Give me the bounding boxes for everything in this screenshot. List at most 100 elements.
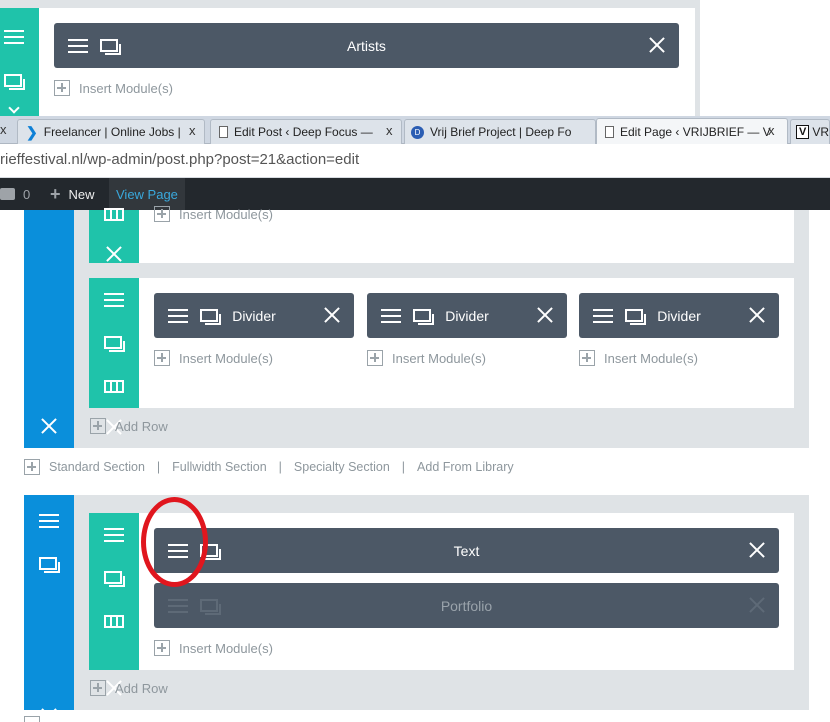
section-2-controls bbox=[24, 495, 74, 710]
close-icon[interactable]: x bbox=[768, 123, 775, 138]
module-title: Text bbox=[453, 542, 480, 559]
plus-icon: + bbox=[50, 183, 61, 204]
plus-icon bbox=[154, 640, 170, 656]
close-icon[interactable]: x bbox=[189, 123, 196, 138]
plus-icon bbox=[90, 418, 106, 434]
d-logo-icon: D bbox=[411, 125, 424, 139]
fullwidth-section-link[interactable]: Fullwidth Section bbox=[172, 460, 267, 474]
insert-module-link[interactable]: Insert Module(s) bbox=[154, 640, 273, 656]
duplicate-icon[interactable] bbox=[104, 571, 125, 587]
tab-edit-post[interactable]: Edit Post ‹ Deep Focus — bbox=[210, 119, 402, 144]
new-content-item[interactable]: + New bbox=[50, 178, 95, 210]
close-icon[interactable] bbox=[749, 307, 765, 323]
hamburger-icon[interactable] bbox=[39, 514, 59, 528]
section-2: Text Portfolio Insert Module(s) Add Row bbox=[24, 495, 809, 710]
insert-module-link[interactable]: Insert Module(s) bbox=[579, 350, 698, 366]
delete-section-icon[interactable] bbox=[41, 708, 57, 722]
columns-icon[interactable] bbox=[104, 615, 124, 628]
hamburger-icon[interactable] bbox=[168, 599, 188, 613]
duplicate-icon[interactable] bbox=[200, 599, 221, 615]
tab-freelancer[interactable]: ❯ Freelancer | Online Jobs | bbox=[17, 119, 205, 144]
duplicate-icon[interactable] bbox=[625, 309, 646, 325]
hamburger-icon[interactable] bbox=[168, 544, 188, 558]
insert-module-link[interactable]: Insert Module(s) bbox=[54, 80, 173, 96]
row-2-controls bbox=[89, 278, 139, 408]
plus-icon bbox=[54, 80, 70, 96]
section-1: Insert Module(s) Divider Insert Module(s… bbox=[24, 206, 809, 448]
columns-icon[interactable] bbox=[104, 208, 124, 221]
add-from-library-link[interactable]: Add From Library bbox=[417, 460, 514, 474]
tab-edit-page-active[interactable]: Edit Page ‹ VRIJBRIEF — V bbox=[596, 118, 788, 145]
close-icon[interactable]: x bbox=[0, 122, 7, 137]
wp-admin-bar: 0 + New View Page bbox=[0, 178, 830, 210]
insert-module-link[interactable]: Insert Module(s) bbox=[154, 350, 273, 366]
url-text[interactable]: rieffestival.nl/wp-admin/post.php?post=2… bbox=[0, 151, 359, 168]
duplicate-icon[interactable] bbox=[4, 74, 25, 90]
freelancer-icon: ❯ bbox=[26, 123, 38, 140]
delete-row-icon[interactable] bbox=[106, 246, 122, 262]
separator: | bbox=[401, 460, 406, 474]
duplicate-icon[interactable] bbox=[104, 336, 125, 352]
columns-icon[interactable] bbox=[104, 380, 124, 393]
duplicate-icon[interactable] bbox=[200, 309, 221, 325]
chevron-down-icon[interactable] bbox=[8, 102, 20, 116]
add-row-link[interactable]: Add Row bbox=[90, 418, 168, 434]
module-artists[interactable]: Artists bbox=[54, 23, 679, 68]
hamburger-icon[interactable] bbox=[68, 39, 88, 53]
close-icon[interactable]: x bbox=[386, 123, 393, 138]
tab-vr[interactable]: V VR bbox=[790, 119, 830, 144]
plus-icon bbox=[367, 350, 383, 366]
comments-item[interactable]: 0 bbox=[0, 178, 30, 210]
hamburger-icon[interactable] bbox=[168, 309, 188, 323]
comment-bubble-icon bbox=[0, 188, 15, 200]
plus-icon bbox=[24, 716, 40, 722]
hamburger-icon[interactable] bbox=[4, 30, 24, 44]
duplicate-icon[interactable] bbox=[413, 309, 434, 325]
top-row-content: Artists Insert Module(s) bbox=[39, 8, 695, 118]
duplicate-icon[interactable] bbox=[100, 39, 121, 55]
module-divider-1[interactable]: Divider bbox=[154, 293, 354, 338]
row-1-controls bbox=[89, 208, 139, 263]
v-logo-icon: V bbox=[796, 125, 810, 139]
tab-vrij-brief-project[interactable]: D Vrij Brief Project | Deep Fo bbox=[404, 119, 596, 144]
close-icon[interactable] bbox=[324, 307, 340, 323]
plus-icon bbox=[24, 459, 40, 475]
hamburger-icon[interactable] bbox=[381, 309, 401, 323]
row-3-content: Text Portfolio Insert Module(s) bbox=[139, 513, 794, 670]
module-divider-2[interactable]: Divider bbox=[367, 293, 567, 338]
duplicate-icon[interactable] bbox=[39, 557, 60, 573]
insert-module-link[interactable]: Insert Module(s) bbox=[154, 206, 273, 222]
plus-icon bbox=[154, 350, 170, 366]
duplicate-icon[interactable] bbox=[200, 544, 221, 560]
hamburger-icon[interactable] bbox=[104, 528, 124, 542]
module-divider-3[interactable]: Divider bbox=[579, 293, 779, 338]
add-section-links: Standard Section | Fullwidth Section | S… bbox=[24, 458, 514, 476]
close-icon[interactable] bbox=[749, 542, 765, 558]
hamburger-icon[interactable] bbox=[104, 293, 124, 307]
hamburger-icon[interactable] bbox=[593, 309, 613, 323]
row-1-content: Insert Module(s) bbox=[139, 206, 794, 263]
plus-icon bbox=[154, 206, 170, 222]
top-section-fragment: Artists Insert Module(s) bbox=[0, 0, 700, 130]
module-portfolio[interactable]: Portfolio bbox=[154, 583, 779, 628]
row-2-content: Divider Insert Module(s) Divider Insert … bbox=[139, 278, 794, 408]
address-bar[interactable]: rieffestival.nl/wp-admin/post.php?post=2… bbox=[0, 144, 830, 178]
specialty-section-link[interactable]: Specialty Section bbox=[294, 460, 390, 474]
insert-module-link[interactable]: Insert Module(s) bbox=[367, 350, 486, 366]
standard-section-link[interactable]: Standard Section bbox=[49, 460, 145, 474]
section-1-controls bbox=[24, 210, 74, 448]
module-text[interactable]: Text bbox=[154, 528, 779, 573]
plus-icon bbox=[90, 680, 106, 696]
row-3-controls bbox=[89, 513, 139, 670]
close-icon[interactable] bbox=[749, 597, 765, 613]
delete-section-icon[interactable] bbox=[41, 418, 57, 434]
module-title: Portfolio bbox=[440, 597, 493, 614]
add-row-link[interactable]: Add Row bbox=[90, 680, 168, 696]
top-row-controls bbox=[0, 8, 39, 130]
page-icon bbox=[605, 126, 614, 138]
close-icon[interactable] bbox=[649, 37, 665, 53]
separator: | bbox=[156, 460, 161, 474]
page-icon bbox=[219, 126, 228, 138]
close-icon[interactable] bbox=[537, 307, 553, 323]
separator: | bbox=[278, 460, 282, 474]
